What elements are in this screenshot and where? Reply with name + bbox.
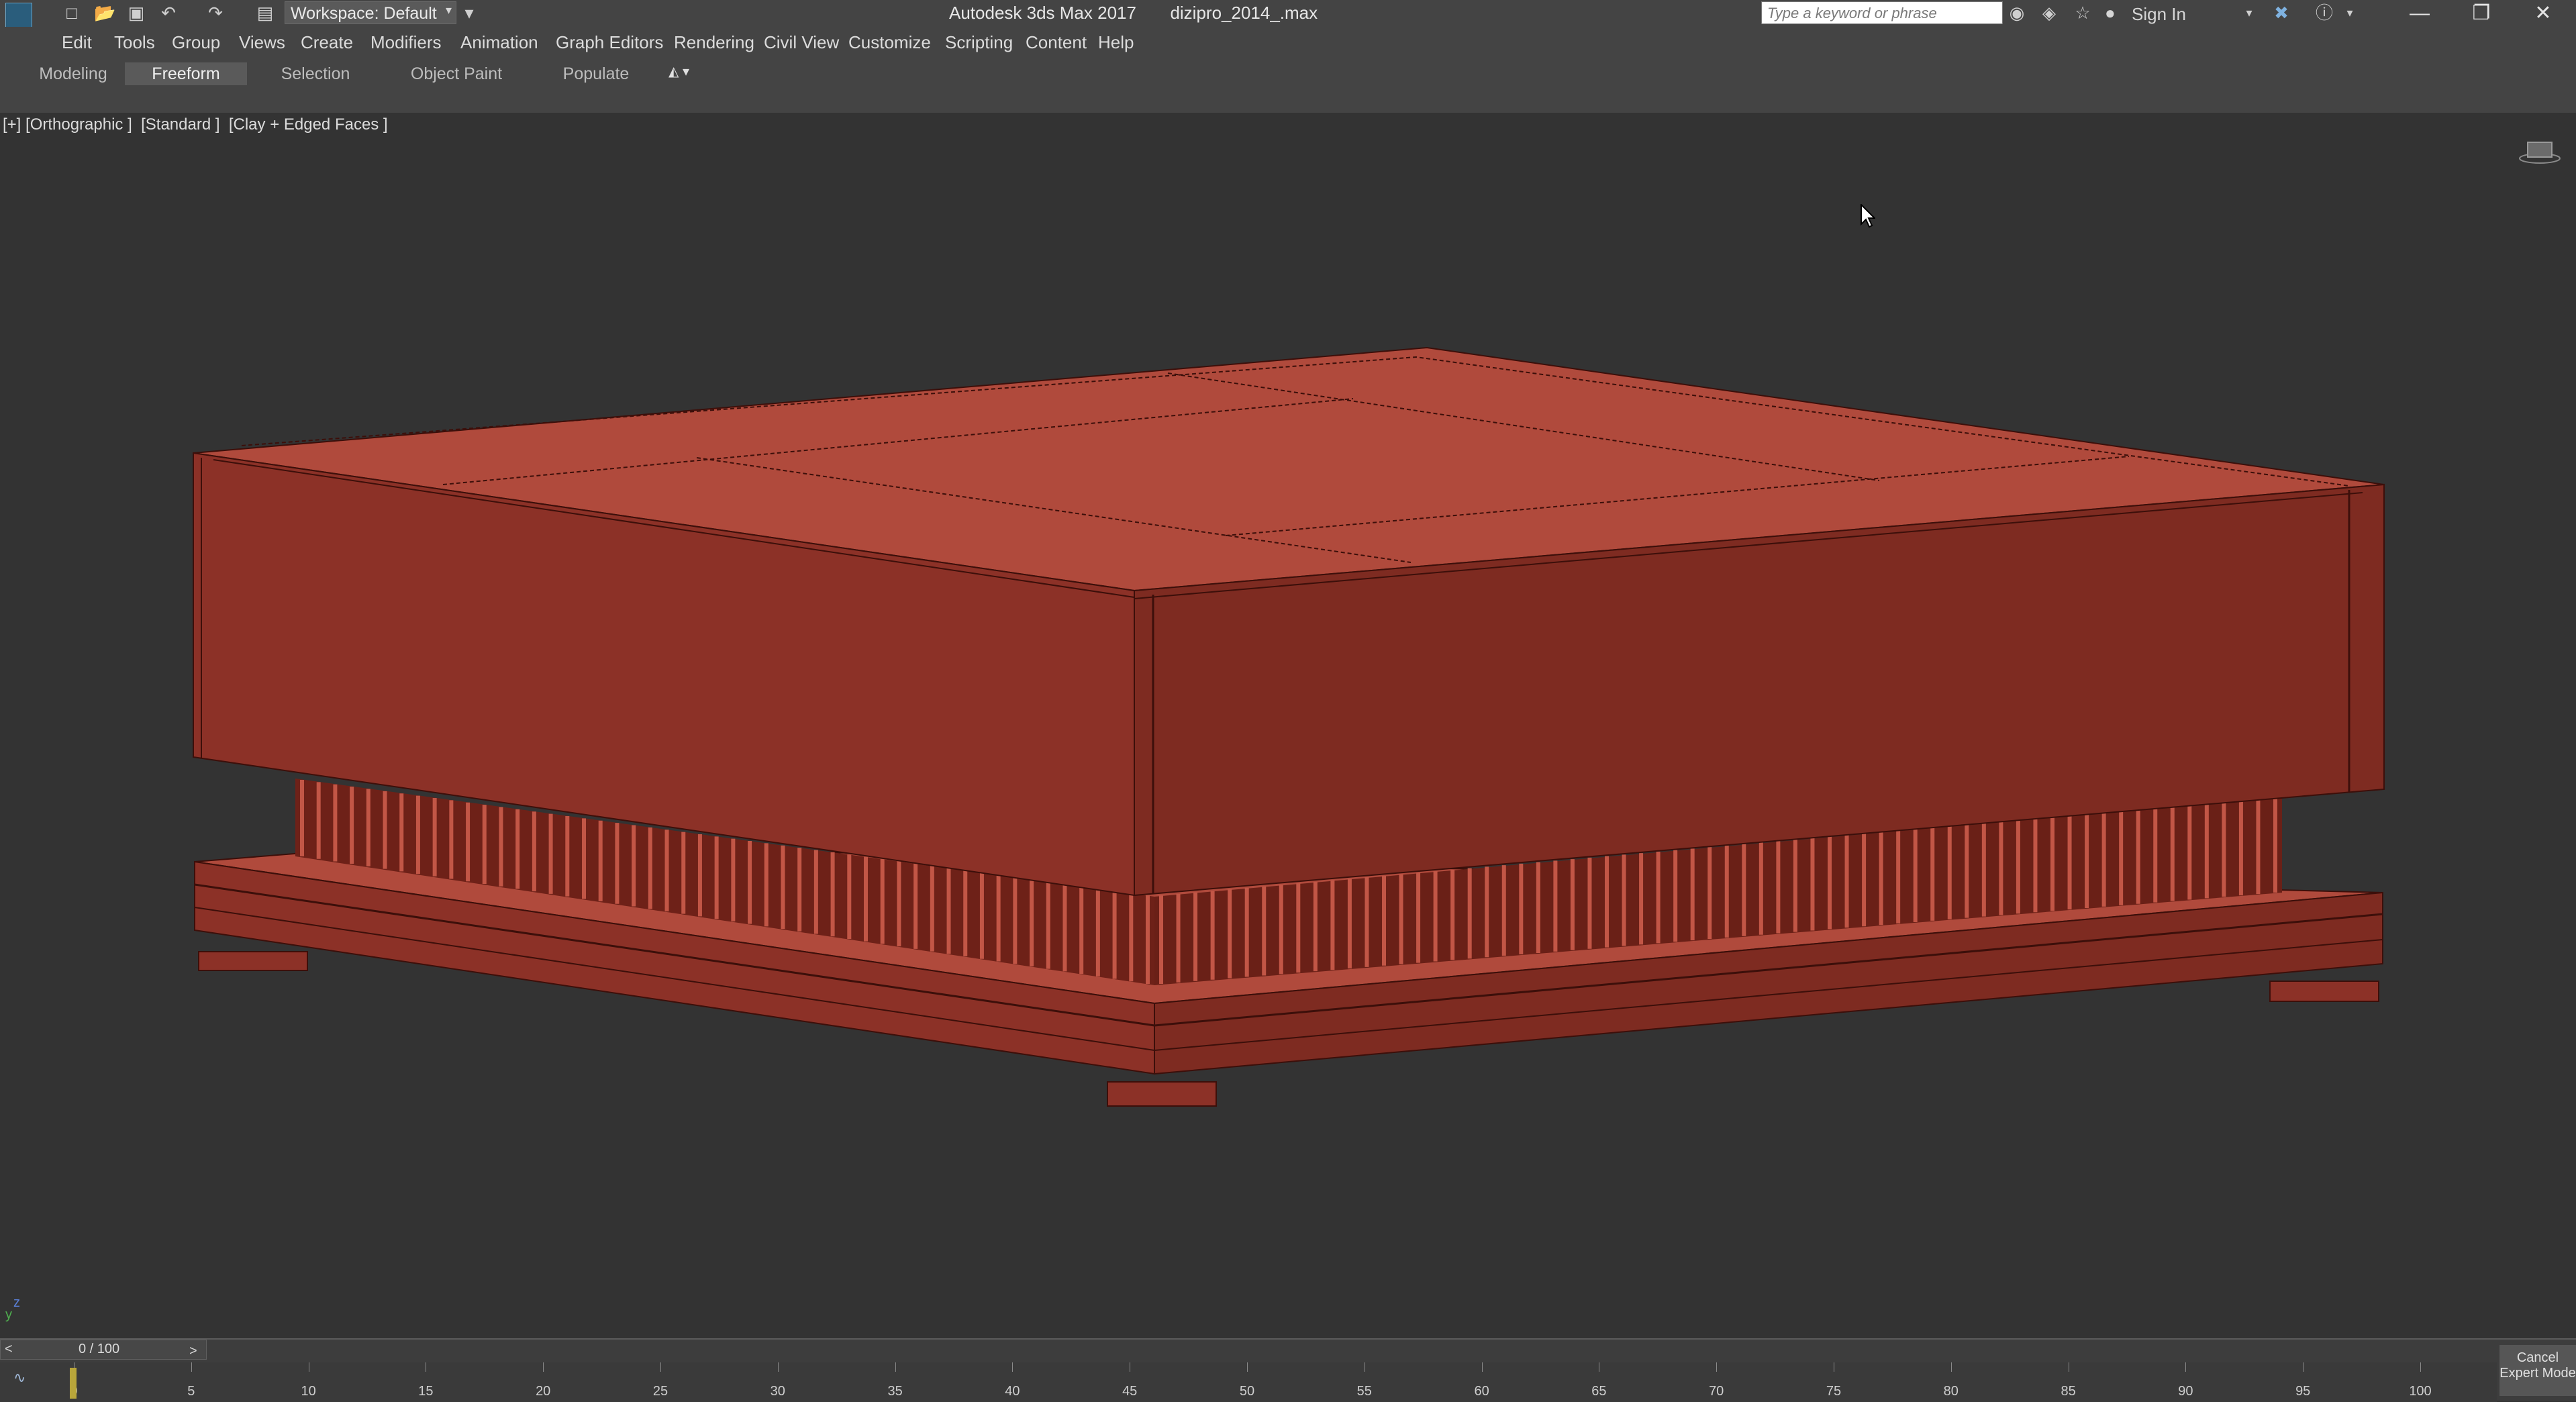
tab-populate[interactable]: Populate bbox=[542, 62, 650, 85]
timeline: < 0 / 100 > ∿ 05101520253035404550556065… bbox=[0, 1338, 2576, 1402]
exchange-icon[interactable]: ◈ bbox=[2039, 3, 2059, 23]
window-title: Autodesk 3ds Max 2017 dizipro_2014_.max bbox=[949, 3, 1318, 23]
sign-in-label: Sign In bbox=[2132, 4, 2186, 24]
project-folder-icon[interactable]: ▤ bbox=[255, 3, 275, 23]
binoculars-icon[interactable]: ◉ bbox=[2007, 3, 2027, 23]
timeline-tick-label: 50 bbox=[1239, 1384, 1255, 1399]
timeline-tick-mark bbox=[191, 1362, 192, 1372]
timeline-tick-mark bbox=[1950, 1362, 1952, 1372]
timeline-tick-label: 15 bbox=[418, 1384, 434, 1399]
time-slider-prev-button[interactable]: < bbox=[5, 1342, 13, 1357]
chevron-down-icon[interactable]: ▾ bbox=[2340, 3, 2360, 23]
tab-freeform[interactable]: Freeform bbox=[125, 62, 247, 85]
menu-graph-editors[interactable]: Graph Editors bbox=[556, 32, 663, 53]
menu-group[interactable]: Group bbox=[172, 32, 220, 53]
timeline-tick-label: 95 bbox=[2295, 1384, 2311, 1399]
menu-create[interactable]: Create bbox=[301, 32, 353, 53]
timeline-tick-label: 80 bbox=[1943, 1384, 1959, 1399]
search-input[interactable]: Type a keyword or phrase bbox=[1761, 1, 2003, 24]
frame-counter: 0 / 100 bbox=[79, 1342, 120, 1356]
axis-z-label: z bbox=[13, 1295, 20, 1310]
workspace-dropdown[interactable]: Workspace: Default ▾ bbox=[285, 1, 456, 24]
tab-modeling[interactable]: Modeling bbox=[31, 62, 115, 85]
table-model[interactable] bbox=[0, 113, 2576, 1338]
timeline-tick-mark bbox=[895, 1362, 896, 1372]
time-marker[interactable] bbox=[70, 1368, 77, 1399]
app-title: Autodesk 3ds Max 2017 bbox=[949, 3, 1136, 23]
open-file-icon[interactable]: 📂 bbox=[94, 3, 115, 23]
timeline-tick-label: 75 bbox=[1826, 1384, 1842, 1399]
viewport[interactable]: [+] [Orthographic ] [Standard ] [Clay + … bbox=[0, 113, 2576, 1338]
timeline-tick-label: 45 bbox=[1122, 1384, 1138, 1399]
time-slider[interactable]: < 0 / 100 bbox=[0, 1340, 207, 1360]
star-icon[interactable]: ☆ bbox=[2073, 3, 2093, 23]
timeline-tick-mark bbox=[1481, 1362, 1483, 1372]
axis-y-label: y bbox=[5, 1307, 12, 1322]
user-icon: ● bbox=[2105, 3, 2116, 23]
timeline-tick-label: 40 bbox=[1005, 1384, 1020, 1399]
timeline-tick-mark bbox=[777, 1362, 779, 1372]
timeline-tick-label: 20 bbox=[536, 1384, 551, 1399]
timeline-tick-mark bbox=[2185, 1362, 2187, 1372]
timeline-tick-label: 85 bbox=[2061, 1384, 2076, 1399]
menu-views[interactable]: Views bbox=[239, 32, 285, 53]
search-placeholder: Type a keyword or phrase bbox=[1767, 5, 1937, 21]
file-name: dizipro_2014_.max bbox=[1170, 3, 1318, 23]
timeline-tick-label: 35 bbox=[887, 1384, 903, 1399]
menu-civil-view[interactable]: Civil View bbox=[764, 32, 839, 53]
timeline-tick-label: 90 bbox=[2178, 1384, 2193, 1399]
timeline-tick-mark bbox=[1247, 1362, 1248, 1372]
timeline-tick-label: 70 bbox=[1709, 1384, 1724, 1399]
timeline-tick-label: 30 bbox=[770, 1384, 785, 1399]
tab-object-paint[interactable]: Object Paint bbox=[396, 62, 517, 85]
cancel-label: Cancel bbox=[2516, 1350, 2559, 1365]
timeline-tick-label: 55 bbox=[1356, 1384, 1372, 1399]
app-logo-icon[interactable] bbox=[5, 3, 32, 30]
chevron-down-icon: ▾ bbox=[445, 3, 452, 17]
menu-tools[interactable]: Tools bbox=[114, 32, 155, 53]
timeline-tick-mark bbox=[543, 1362, 544, 1372]
time-slider-next-button[interactable]: > bbox=[189, 1344, 197, 1359]
menu-animation[interactable]: Animation bbox=[460, 32, 538, 53]
undo-icon[interactable]: ↶ bbox=[158, 3, 179, 23]
workspace-label: Workspace: Default bbox=[291, 4, 437, 23]
title-bar: □ 📂 ▣ ↶ ↷ ▤ Workspace: Default ▾ ▾ Autod… bbox=[0, 0, 2576, 30]
timeline-tick-label: 60 bbox=[1474, 1384, 1489, 1399]
expert-mode-label: Expert Mode bbox=[2499, 1366, 2576, 1381]
menu-content[interactable]: Content bbox=[1026, 32, 1087, 53]
mouse-cursor-icon bbox=[1861, 203, 1877, 228]
redo-icon[interactable]: ↷ bbox=[205, 3, 226, 23]
help-icon[interactable]: ⓘ bbox=[2314, 3, 2334, 23]
timeline-tick-label: 65 bbox=[1591, 1384, 1607, 1399]
timeline-tick-mark bbox=[1716, 1362, 1718, 1372]
menu-modifiers[interactable]: Modifiers bbox=[370, 32, 441, 53]
close-button[interactable]: ✕ bbox=[2513, 0, 2573, 27]
chevron-down-icon[interactable]: ▾ bbox=[2239, 3, 2259, 23]
timeline-tick-mark bbox=[660, 1362, 661, 1372]
ribbon-options-icon[interactable]: ◭ ▾ bbox=[668, 63, 705, 81]
cancel-expert-mode-button[interactable]: Cancel Expert Mode bbox=[2499, 1345, 2576, 1396]
tab-selection[interactable]: Selection bbox=[262, 62, 369, 85]
timeline-tick-label: 25 bbox=[652, 1384, 668, 1399]
restore-button[interactable]: ❐ bbox=[2451, 0, 2512, 27]
timeline-tick-mark bbox=[2420, 1362, 2421, 1372]
menu-customize[interactable]: Customize bbox=[848, 32, 931, 53]
quick-access-menu-icon[interactable]: ▾ bbox=[459, 3, 479, 23]
track-bar[interactable]: ∿ 05101520253035404550556065707580859095… bbox=[0, 1362, 2497, 1402]
timeline-tick-label: 100 bbox=[2409, 1384, 2432, 1399]
menu-help[interactable]: Help bbox=[1098, 32, 1134, 53]
curve-editor-icon[interactable]: ∿ bbox=[13, 1369, 26, 1387]
minimize-button[interactable]: — bbox=[2389, 0, 2450, 27]
menu-edit[interactable]: Edit bbox=[62, 32, 92, 53]
timeline-tick-label: 5 bbox=[187, 1384, 195, 1399]
timeline-tick-mark bbox=[1012, 1362, 1013, 1372]
new-file-icon[interactable]: □ bbox=[62, 3, 82, 23]
autodesk-x-icon[interactable]: ✖ bbox=[2271, 3, 2291, 23]
save-icon[interactable]: ▣ bbox=[126, 3, 146, 23]
timeline-tick-label: 10 bbox=[301, 1384, 316, 1399]
menu-rendering[interactable]: Rendering bbox=[674, 32, 754, 53]
menu-scripting[interactable]: Scripting bbox=[945, 32, 1013, 53]
